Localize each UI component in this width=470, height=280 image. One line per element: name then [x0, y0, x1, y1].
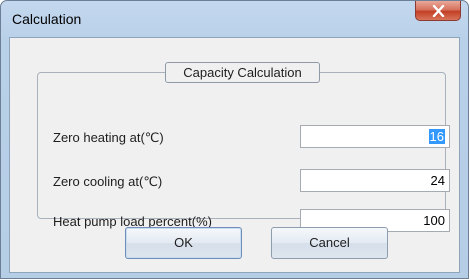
zero-heating-value: 16	[428, 129, 445, 144]
zero-heating-input[interactable]: 16	[300, 125, 450, 148]
title-bar[interactable]: Calculation	[1, 1, 468, 37]
ok-button[interactable]: OK	[125, 227, 242, 259]
dialog-client-area: Capacity Calculation Zero heating at(℃) …	[9, 37, 460, 273]
capacity-calculation-group: Capacity Calculation Zero heating at(℃) …	[37, 62, 450, 232]
group-title: Capacity Calculation	[165, 62, 320, 83]
zero-heating-label: Zero heating at(℃)	[53, 130, 164, 145]
calculation-dialog: Calculation Capacity Calculation Zero he…	[0, 0, 469, 279]
close-button[interactable]	[415, 1, 461, 21]
zero-cooling-label: Zero cooling at(℃)	[53, 174, 163, 189]
zero-cooling-input[interactable]: 24	[300, 169, 450, 192]
window-title: Calculation	[12, 11, 82, 27]
close-icon	[432, 5, 445, 17]
cancel-button[interactable]: Cancel	[271, 227, 388, 259]
